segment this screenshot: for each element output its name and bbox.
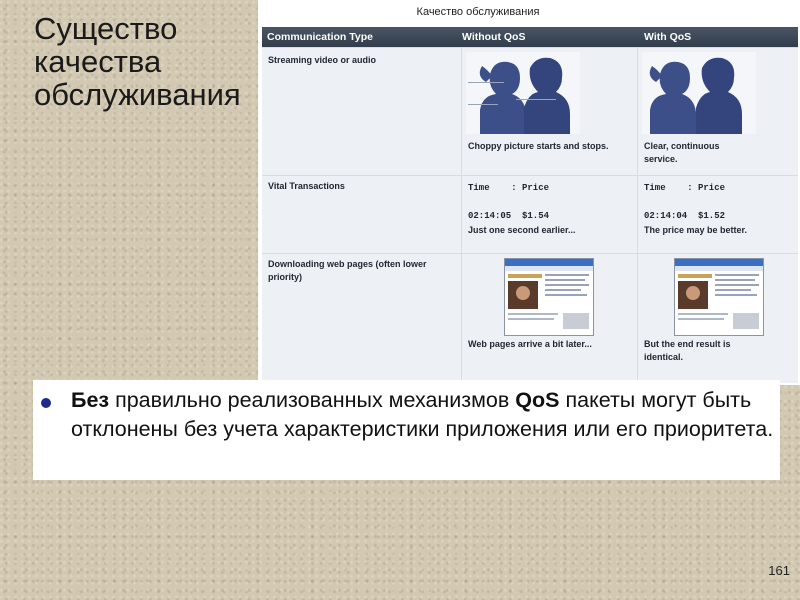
webpage-screenshot-image: [674, 258, 764, 336]
table-header-row: Communication Type Without QoS With QoS: [262, 27, 798, 47]
table-row-webpages-without: Web pages arrive a bit later...: [462, 254, 637, 383]
header-communication-type: Communication Type: [267, 31, 373, 43]
row-webpages-with-text-2: identical.: [644, 352, 684, 362]
bullet-text-part-1: правильно реализованных механизмов: [109, 388, 516, 412]
video-faces-icon: [468, 57, 570, 134]
browser-window-icon: [505, 259, 593, 329]
row-streaming-with-text-2: service.: [644, 154, 678, 164]
row-streaming-with-text-1: Clear, continuous: [644, 141, 720, 151]
row-webpages-label-1: Downloading web pages (often lower: [268, 259, 427, 269]
table-row-streaming-type: Streaming video or audio: [262, 48, 461, 175]
row-transactions-without-note: Just one second earlier...: [468, 225, 576, 235]
row-transactions-with-label: Time : Price: [644, 183, 726, 193]
bullet-dot-icon: [41, 398, 51, 408]
bullet-text: Без правильно реализованных механизмов Q…: [71, 386, 776, 444]
choppy-video-image: [466, 52, 580, 134]
row-transactions-without-value: 02:14:05 $1.54: [468, 211, 550, 221]
header-with-qos: With QoS: [644, 31, 692, 43]
row-webpages-without-text: Web pages arrive a bit later...: [468, 339, 592, 349]
table-row-webpages-type: Downloading web pages (often lower prior…: [262, 254, 461, 383]
table-row-streaming-without: Choppy picture starts and stops.: [462, 48, 637, 175]
qos-comparison-table: Communication Type Without QoS With QoS …: [262, 27, 798, 383]
table-row-webpages-with: But the end result is identical.: [638, 254, 798, 383]
row-webpages-with-text-1: But the end result is: [644, 339, 731, 349]
row-streaming-label: Streaming video or audio: [268, 55, 377, 65]
header-without-qos: Without QoS: [462, 31, 526, 43]
bullet-bold-start: Без: [71, 388, 110, 412]
row-transactions-with-note: The price may be better.: [644, 225, 748, 235]
qos-table-panel: Качество обслуживания Communication Type…: [258, 0, 800, 385]
bullet-panel: Без правильно реализованных механизмов Q…: [33, 380, 780, 480]
row-transactions-with-value: 02:14:04 $1.52: [644, 211, 726, 221]
row-transactions-label: Vital Transactions: [268, 181, 345, 191]
table-row-transactions-without: Time : Price 02:14:05 $1.54 Just one sec…: [462, 176, 637, 253]
browser-window-icon: [675, 259, 763, 329]
table-row-transactions-with: Time : Price 02:14:04 $1.52 The price ma…: [638, 176, 798, 253]
row-streaming-without-text: Choppy picture starts and stops.: [468, 141, 609, 151]
table-caption: Качество обслуживания: [416, 6, 540, 18]
slide-title: Существо качества обслуживания: [34, 11, 241, 112]
row-transactions-without-label: Time : Price: [468, 183, 550, 193]
table-row-streaming-with: Clear, continuous service.: [638, 48, 798, 175]
page-number: 161: [768, 563, 790, 578]
bullet-bold-qos: QoS: [515, 388, 560, 412]
table-row-transactions-type: Vital Transactions: [262, 176, 461, 253]
webpage-screenshot-image: [504, 258, 594, 336]
row-webpages-label-2: priority): [268, 272, 303, 282]
clear-video-image: [642, 52, 756, 134]
video-faces-icon: [649, 57, 742, 134]
